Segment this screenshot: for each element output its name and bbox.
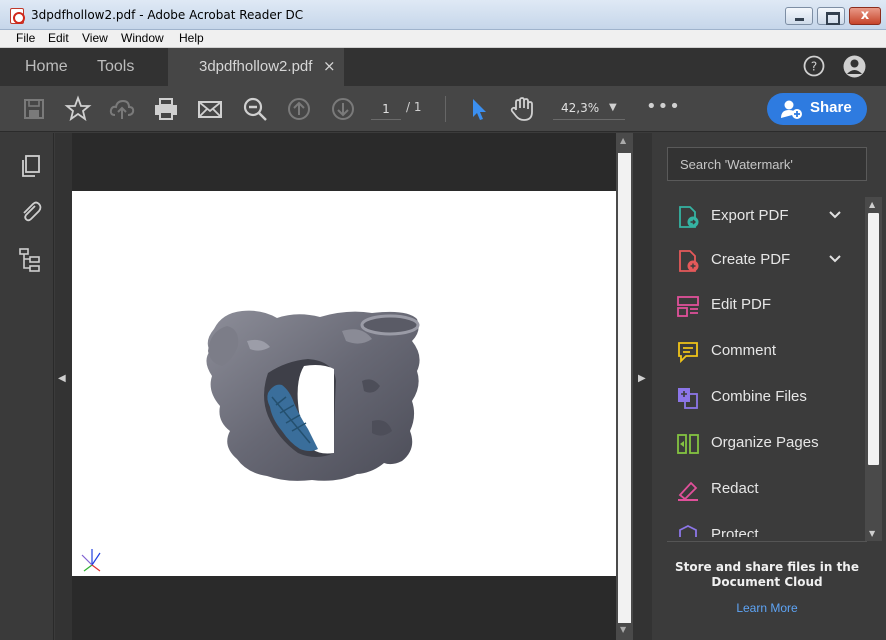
document-cloud-promo: Store and share files in the Document Cl… (667, 541, 867, 640)
tool-label: Redact (711, 480, 759, 497)
menu-bar: File Edit View Window Help (0, 30, 886, 48)
right-panel-toggle[interactable]: ▶ (633, 133, 652, 640)
acrobat-app-icon (10, 8, 25, 24)
toolbar-divider (445, 96, 446, 122)
share-button-label: Share (810, 99, 852, 116)
tool-label: Edit PDF (711, 296, 772, 313)
bookmark-star-icon[interactable] (64, 95, 92, 123)
tool-combine-files[interactable]: Combine Files (652, 378, 867, 418)
scroll-down-icon[interactable]: ▼ (869, 529, 875, 538)
document-scrollbar[interactable]: ▲ ▼ (616, 133, 633, 640)
svg-text:?: ? (811, 60, 817, 74)
tools-pane: Search 'Watermark' Export PDF Create PDF… (652, 133, 886, 640)
tool-protect[interactable]: Protect (652, 516, 867, 537)
3d-model-tube-opening (360, 314, 420, 336)
scroll-up-icon[interactable]: ▲ (620, 136, 626, 145)
chevron-down-icon: ▼ (609, 102, 617, 113)
tool-export-pdf[interactable]: Export PDF (652, 197, 867, 237)
minimize-button[interactable] (785, 7, 813, 25)
page-number-input[interactable]: 1 (371, 98, 401, 120)
page-thumbnails-icon[interactable] (18, 153, 44, 179)
add-user-icon (781, 99, 803, 119)
scroll-up-icon[interactable]: ▲ (869, 200, 875, 209)
chevron-down-icon[interactable] (828, 207, 842, 221)
comment-icon (676, 340, 700, 364)
zoom-out-icon[interactable] (241, 95, 269, 123)
tool-label: Export PDF (711, 207, 789, 224)
maximize-button[interactable] (817, 7, 845, 25)
tools-list: Export PDF Create PDF Edit PDF Comment C… (652, 197, 867, 537)
print-icon[interactable] (152, 95, 180, 123)
save-icon[interactable] (20, 95, 48, 123)
protect-icon (676, 524, 700, 537)
share-button[interactable]: Share (767, 93, 867, 125)
hand-tool-icon[interactable] (508, 95, 536, 123)
combine-files-icon (676, 386, 700, 410)
cloud-promo-text: Store and share files in the Document Cl… (674, 560, 859, 589)
organize-pages-icon (676, 432, 700, 456)
title-bar: 3dpdfhollow2.pdf - Adobe Acrobat Reader … (0, 0, 886, 30)
previous-page-icon[interactable] (285, 95, 313, 123)
menu-help[interactable]: Help (179, 31, 204, 45)
chevron-left-icon: ◀ (58, 373, 66, 384)
menu-view[interactable]: View (82, 31, 108, 45)
tool-label: Comment (711, 342, 777, 359)
tool-label: Protect (711, 526, 759, 537)
tool-label: Create PDF (711, 251, 791, 268)
tool-label: Organize Pages (711, 434, 819, 451)
cloud-upload-icon[interactable] (108, 95, 136, 123)
acrobat-window: 3dpdfhollow2.pdf - Adobe Acrobat Reader … (0, 0, 886, 640)
tab-home[interactable]: Home (25, 58, 68, 76)
email-icon[interactable] (196, 95, 224, 123)
tab-tools[interactable]: Tools (97, 58, 134, 76)
model-tree-icon[interactable] (18, 247, 44, 273)
window-title: 3dpdfhollow2.pdf - Adobe Acrobat Reader … (31, 8, 304, 22)
menu-edit[interactable]: Edit (48, 31, 69, 45)
left-navigation-rail (0, 133, 54, 640)
main-toolbar: 1 / 1 42,3% ▼ ••• Share (0, 86, 886, 132)
tab-document[interactable]: 3dpdfhollow2.pdf × (168, 48, 344, 86)
zoom-level-dropdown[interactable]: 42,3% ▼ (553, 98, 625, 120)
chevron-down-icon[interactable] (828, 251, 842, 265)
more-tools-button[interactable]: ••• (646, 96, 681, 117)
edit-pdf-icon (676, 294, 700, 318)
tool-comment[interactable]: Comment (652, 332, 867, 372)
redact-icon (676, 478, 700, 502)
attachments-paperclip-icon[interactable] (18, 199, 44, 225)
next-page-icon[interactable] (329, 95, 357, 123)
tools-scroll-thumb[interactable] (868, 213, 879, 465)
menu-file[interactable]: File (16, 31, 35, 45)
tool-label: Combine Files (711, 388, 807, 405)
3d-model-view[interactable] (72, 191, 616, 608)
chevron-right-icon: ▶ (638, 373, 646, 384)
account-avatar-icon[interactable] (843, 55, 866, 78)
document-view[interactable] (72, 133, 616, 640)
export-pdf-icon (676, 205, 700, 229)
tab-row: Home Tools 3dpdfhollow2.pdf × ? (0, 48, 886, 86)
close-window-button[interactable]: x (849, 7, 881, 25)
zoom-value: 42,3% (561, 101, 600, 115)
create-pdf-icon (676, 249, 700, 273)
search-placeholder: Search 'Watermark' (680, 157, 793, 172)
tools-search-input[interactable]: Search 'Watermark' (667, 147, 867, 181)
select-cursor-icon[interactable] (465, 95, 493, 123)
document-tab-label: 3dpdfhollow2.pdf (199, 58, 313, 75)
scroll-down-icon[interactable]: ▼ (620, 625, 626, 634)
tool-create-pdf[interactable]: Create PDF (652, 241, 867, 281)
help-icon[interactable]: ? (803, 55, 825, 77)
pdf-page[interactable] (72, 191, 616, 608)
tool-edit-pdf[interactable]: Edit PDF (652, 286, 867, 326)
page-total: / 1 (406, 100, 422, 114)
tool-redact[interactable]: Redact (652, 470, 867, 510)
learn-more-link[interactable]: Learn More (667, 601, 867, 615)
close-tab-icon[interactable]: × (323, 57, 336, 75)
document-scroll-thumb[interactable] (618, 153, 631, 623)
close-icon: x (860, 8, 870, 23)
menu-window[interactable]: Window (121, 31, 164, 45)
tools-pane-scrollbar[interactable]: ▲ ▼ (865, 197, 882, 541)
3d-axes-triad (81, 549, 101, 608)
tool-organize-pages[interactable]: Organize Pages (652, 424, 867, 464)
left-panel-toggle[interactable]: ◀ (55, 133, 72, 640)
